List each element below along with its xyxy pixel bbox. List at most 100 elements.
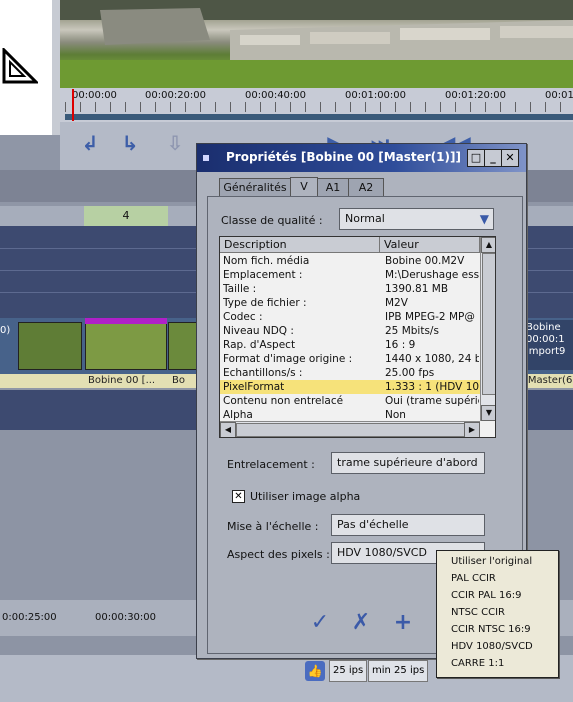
right-clip-line: Bobine — [526, 322, 561, 333]
column-header-value[interactable]: Valeur — [380, 237, 480, 252]
maximize-icon[interactable]: □ — [467, 149, 485, 167]
row-description: Codec : — [223, 311, 263, 323]
right-clip-line: import9 — [526, 346, 566, 357]
ruler-label: 00:00:00 — [72, 90, 117, 101]
table-row[interactable]: Contenu non entrelacé Oui (trame supérieu — [220, 394, 480, 408]
row-description: Alpha — [223, 409, 253, 421]
row-description: Format d'image origine : — [223, 353, 353, 365]
chevron-down-icon[interactable]: ▼ — [480, 209, 489, 229]
fps-indicator: 25 ips — [329, 660, 368, 682]
tab-a1[interactable]: A1 — [317, 178, 349, 197]
scrub-bar[interactable] — [65, 114, 573, 120]
dropdown-option[interactable]: CCIR NTSC 16:9 — [437, 621, 572, 638]
table-row[interactable]: Emplacement : M:\Derushage essa — [220, 268, 480, 282]
jump-icon[interactable]: ⇩ — [160, 130, 190, 156]
properties-table[interactable]: Description Valeur Nom fich. média Bobine… — [219, 236, 496, 438]
table-row[interactable]: Format d'image origine : 1440 x 1080, 24 … — [220, 352, 480, 366]
table-row[interactable]: Echantillons/s : 25.00 fps — [220, 366, 480, 380]
clip-label: Bobine 00 [... — [88, 375, 156, 386]
quality-value: Normal — [345, 212, 385, 225]
horizontal-scrollbar[interactable]: ◀ ▶ — [220, 421, 480, 437]
row-value: Bobine 00.M2V — [385, 255, 465, 267]
tab-v[interactable]: V — [290, 177, 318, 198]
dropdown-option[interactable]: NTSC CCIR — [437, 604, 572, 621]
minimize-icon[interactable]: _ — [484, 149, 502, 167]
table-row[interactable]: Niveau NDQ : 25 Mbits/s — [220, 324, 480, 338]
dropdown-option[interactable]: PAL CCIR — [437, 570, 572, 587]
dropdown-option[interactable]: CCIR PAL 16:9 — [437, 587, 572, 604]
row-value: Oui (trame supérieu — [385, 395, 479, 407]
table-row[interactable]: Codec : IPB MPEG-2 MP@ — [220, 310, 480, 324]
row-description: Contenu non entrelacé — [223, 395, 344, 407]
scaling-label: Mise à l'échelle : — [227, 520, 319, 533]
row-value: 1440 x 1080, 24 bi — [385, 353, 479, 365]
row-description: Taille : — [223, 283, 257, 295]
row-description: Nom fich. média — [223, 255, 310, 267]
table-row[interactable]: PixelFormat 1.333 : 1 (HDV 108 — [220, 380, 480, 394]
mark-in-icon[interactable]: ↲ — [75, 130, 105, 156]
row-description: Niveau NDQ : — [223, 325, 294, 337]
interlace-field[interactable]: trame supérieure d'abord — [331, 452, 485, 474]
tab-generalites[interactable]: Généralités — [219, 178, 291, 197]
scroll-thumb[interactable] — [236, 423, 466, 437]
dropdown-option[interactable]: Utiliser l'original — [437, 553, 572, 570]
vertical-scrollbar[interactable]: ▲ ▼ — [480, 237, 495, 421]
row-description: Emplacement : — [223, 269, 303, 281]
row-value: M:\Derushage essa — [385, 269, 479, 281]
interlace-label: Entrelacement : — [227, 458, 315, 471]
quality-label: Classe de qualité : — [221, 214, 323, 227]
table-row[interactable]: Alpha Non — [220, 408, 480, 422]
close-icon[interactable]: ✕ — [501, 149, 519, 167]
dropdown-option[interactable]: CARRE 1:1 — [437, 655, 572, 672]
playhead[interactable] — [72, 89, 74, 121]
video-clip[interactable] — [18, 322, 82, 370]
video-clip[interactable] — [168, 322, 198, 370]
ruler-label: 00:00:30:00 — [95, 612, 157, 623]
left-clip-fragment: 0) — [0, 325, 11, 336]
alpha-checkbox[interactable]: ✕ — [232, 490, 245, 503]
pixel-aspect-label: Aspect des pixels : — [227, 548, 330, 561]
column-header-description[interactable]: Description — [220, 237, 380, 252]
tab-a2[interactable]: A2 — [348, 178, 384, 197]
ok-check-icon[interactable]: ✓ — [307, 610, 333, 636]
row-description: Rap. d'Aspect — [223, 339, 296, 351]
video-clip[interactable] — [85, 322, 167, 370]
cancel-x-icon[interactable]: ✗ — [348, 610, 374, 636]
thumbs-up-icon[interactable]: 👍 — [305, 661, 325, 681]
table-row[interactable]: Nom fich. média Bobine 00.M2V — [220, 254, 480, 268]
row-value: Non — [385, 409, 406, 421]
track-number: 4 — [84, 206, 168, 226]
ruler-label: 00:01 — [545, 90, 573, 101]
scroll-right-icon[interactable]: ▶ — [464, 422, 480, 437]
video-preview — [60, 0, 573, 88]
table-row[interactable]: Rap. d'Aspect 16 : 9 — [220, 338, 480, 352]
ruler-label: 00:00:20:00 — [145, 90, 207, 101]
alpha-checkbox-label[interactable]: Utiliser image alpha — [250, 490, 360, 503]
dialog-app-icon — [203, 155, 209, 161]
row-value: 25.00 fps — [385, 367, 435, 379]
row-value: IPB MPEG-2 MP@ — [385, 311, 475, 323]
safe-area-icon[interactable] — [2, 48, 38, 84]
right-clip-info[interactable]: Bobine 00:00:1 import9 — [522, 320, 573, 370]
dialog-title: Propriétés [Bobine 00 [Master(1)]] — [226, 150, 461, 164]
scroll-down-icon[interactable]: ▼ — [481, 405, 495, 421]
pixel-aspect-dropdown: Utiliser l'original PAL CCIR CCIR PAL 16… — [436, 550, 559, 678]
mark-out-icon[interactable]: ↳ — [115, 130, 145, 156]
scroll-left-icon[interactable]: ◀ — [220, 422, 236, 437]
add-plus-icon[interactable]: + — [390, 610, 416, 636]
table-header: Description Valeur — [220, 237, 480, 253]
table-row[interactable]: Type de fichier : M2V — [220, 296, 480, 310]
scroll-up-icon[interactable]: ▲ — [481, 237, 495, 253]
scroll-thumb[interactable] — [482, 253, 495, 395]
scaling-field[interactable]: Pas d'échelle — [331, 514, 485, 536]
dropdown-option[interactable]: HDV 1080/SVCD — [437, 638, 572, 655]
row-description: Echantillons/s : — [223, 367, 303, 379]
min-fps-indicator: min 25 ips — [368, 660, 429, 682]
table-row[interactable]: Taille : 1390.81 MB — [220, 282, 480, 296]
row-value: 1390.81 MB — [385, 283, 449, 295]
row-value: 1.333 : 1 (HDV 108 — [385, 381, 479, 393]
quality-select[interactable]: Normal ▼ — [339, 208, 494, 230]
row-value: 25 Mbits/s — [385, 325, 439, 337]
ruler-label: 00:00:40:00 — [245, 90, 307, 101]
row-description: Type de fichier : — [223, 297, 307, 309]
